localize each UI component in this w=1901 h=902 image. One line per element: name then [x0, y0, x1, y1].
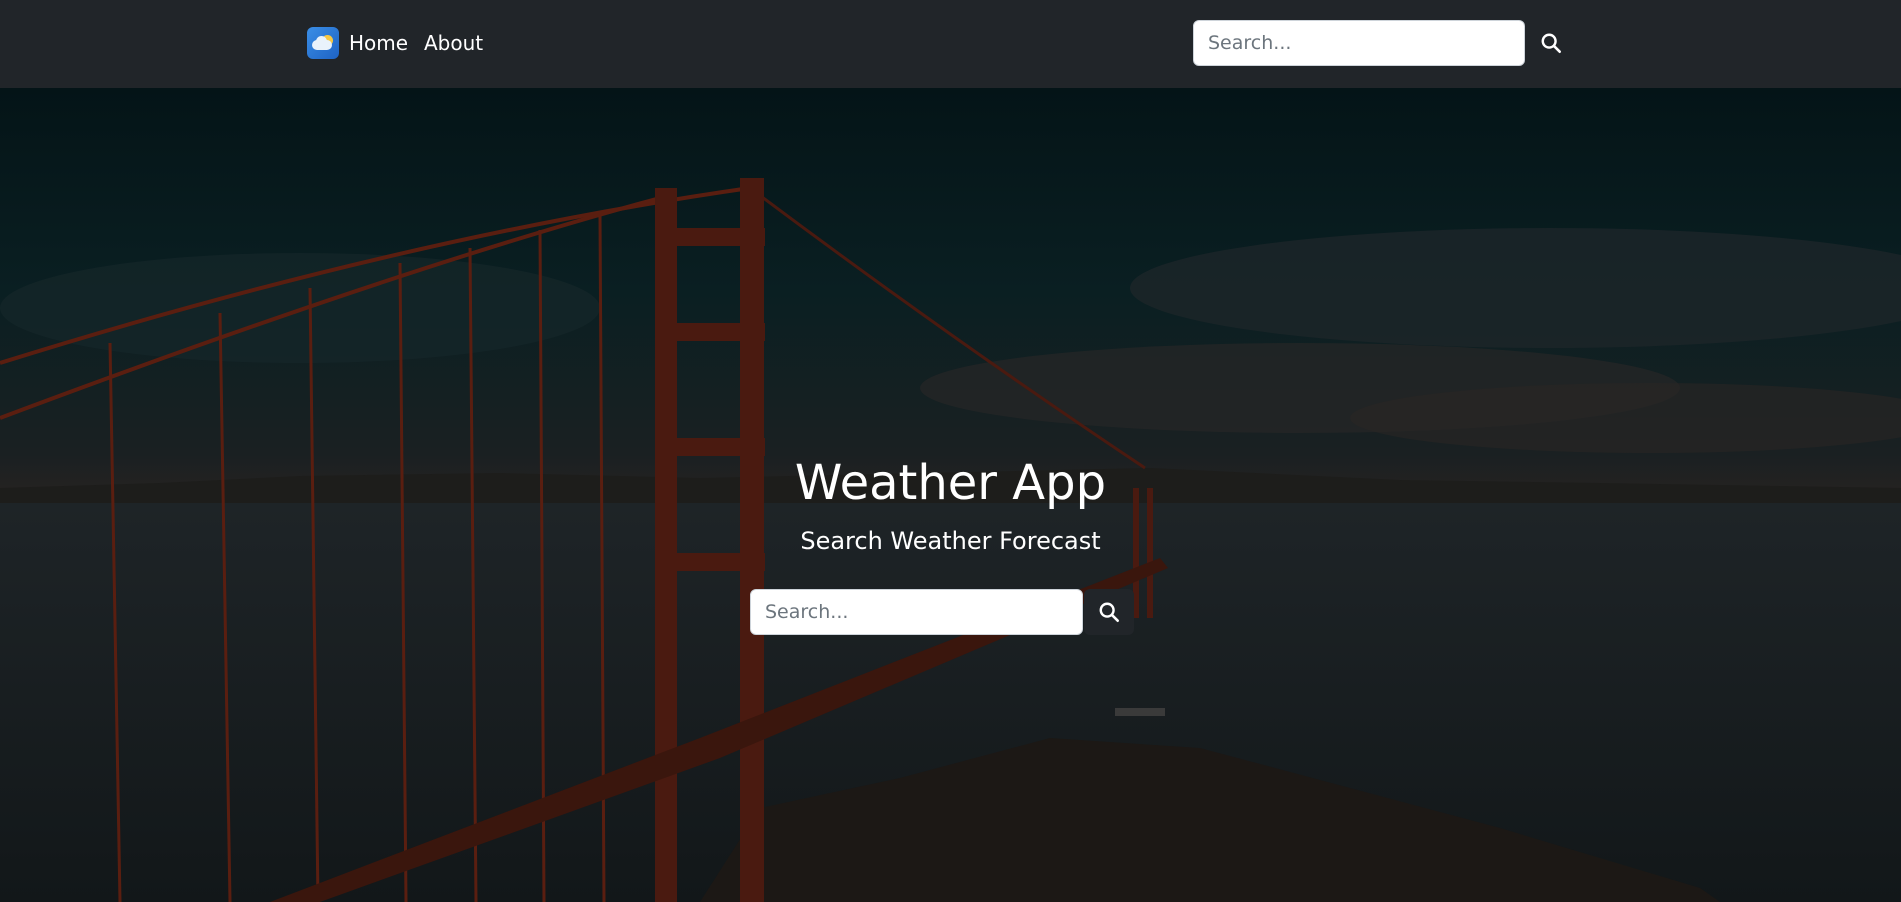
search-icon [1541, 33, 1561, 53]
hero-search-input[interactable] [750, 589, 1083, 635]
cloud-icon [312, 40, 332, 50]
nav-link-home[interactable]: Home [349, 30, 408, 56]
hero-subtitle: Search Weather Forecast [800, 527, 1101, 555]
navbar-search-input[interactable] [1193, 20, 1525, 66]
search-icon [1099, 602, 1119, 622]
hero-search-button[interactable] [1084, 589, 1134, 635]
nav-link-about[interactable]: About [424, 30, 483, 56]
hero-section: Weather App Search Weather Forecast [0, 88, 1901, 902]
hero-title: Weather App [794, 455, 1107, 511]
top-navbar: Home About [0, 0, 1901, 88]
navbar-search-button[interactable] [1533, 24, 1569, 62]
brand-logo-icon[interactable] [307, 27, 339, 59]
